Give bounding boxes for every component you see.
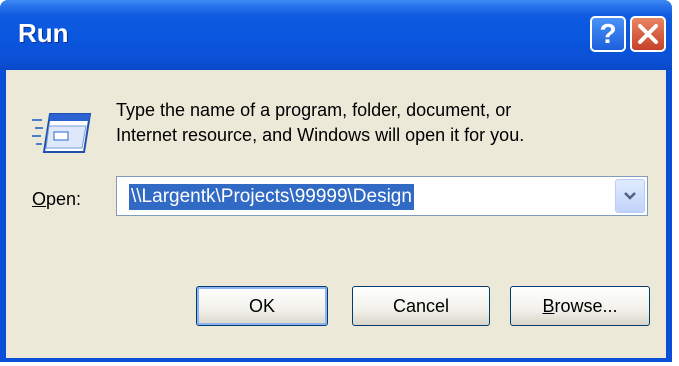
open-input-value[interactable]: \\Largentk\Projects\99999\Design — [129, 184, 414, 210]
dialog-body: Type the name of a program, folder, docu… — [6, 70, 666, 358]
browse-accesskey: B — [542, 295, 555, 316]
close-button[interactable] — [630, 16, 666, 52]
instruction-text: Type the name of a program, folder, docu… — [116, 98, 656, 148]
title-bar[interactable]: Run ? — [0, 0, 672, 70]
close-icon — [638, 24, 658, 44]
run-dialog: Run ? Type the name of a program, folder… — [0, 0, 672, 362]
browse-button[interactable]: Browse... — [510, 286, 650, 326]
open-label-accesskey: O — [32, 189, 47, 209]
dropdown-button[interactable] — [615, 179, 645, 213]
run-program-icon — [32, 110, 92, 161]
cancel-button[interactable]: Cancel — [352, 286, 490, 326]
open-combobox[interactable]: \\Largentk\Projects\99999\Design — [116, 176, 648, 216]
open-label-rest: pen: — [46, 189, 82, 209]
ok-button[interactable]: OK — [196, 286, 328, 326]
instruction-line-2: Internet resource, and Windows will open… — [116, 125, 525, 145]
chevron-down-icon — [624, 192, 636, 200]
instruction-line-1: Type the name of a program, folder, docu… — [116, 100, 512, 120]
question-mark-icon: ? — [599, 18, 617, 49]
help-button[interactable]: ? — [590, 16, 626, 52]
window-title: Run — [18, 18, 69, 48]
open-label: Open: — [32, 189, 81, 210]
browse-label-rest: rowse... — [554, 295, 618, 316]
